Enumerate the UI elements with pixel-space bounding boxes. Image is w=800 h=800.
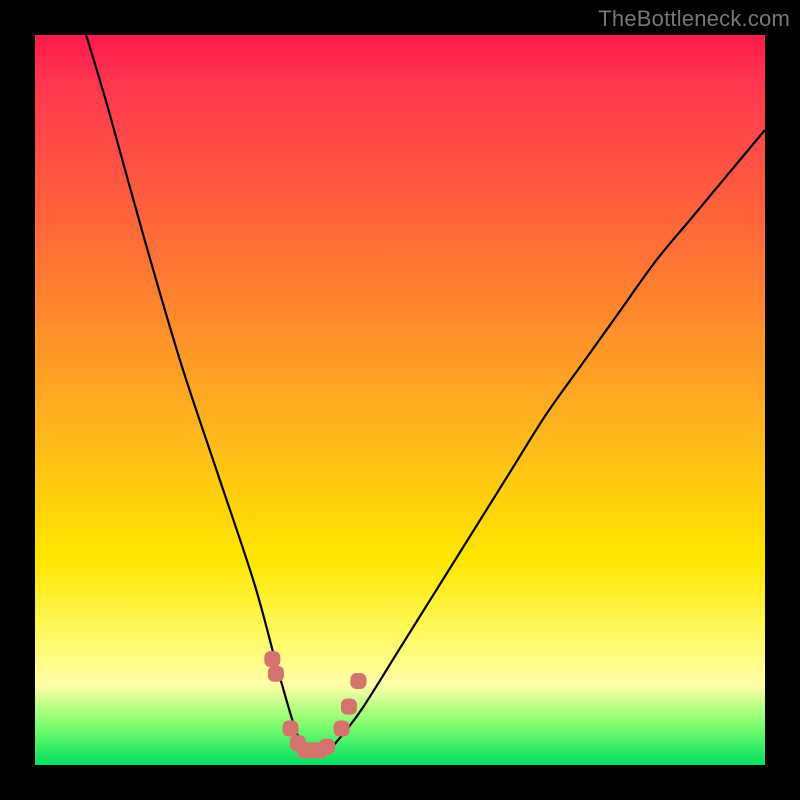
watermark-text: TheBottleneck.com bbox=[598, 6, 790, 32]
trough-marker bbox=[268, 666, 284, 682]
trough-marker bbox=[350, 673, 366, 689]
plot-area bbox=[35, 35, 765, 765]
trough-marker bbox=[334, 721, 350, 737]
trough-marker bbox=[283, 721, 299, 737]
chart-frame: TheBottleneck.com bbox=[0, 0, 800, 800]
trough-marker bbox=[319, 739, 335, 755]
trough-marker bbox=[341, 699, 357, 715]
curve-layer bbox=[35, 35, 765, 765]
bottleneck-curve bbox=[86, 35, 765, 751]
trough-marker bbox=[264, 651, 280, 667]
